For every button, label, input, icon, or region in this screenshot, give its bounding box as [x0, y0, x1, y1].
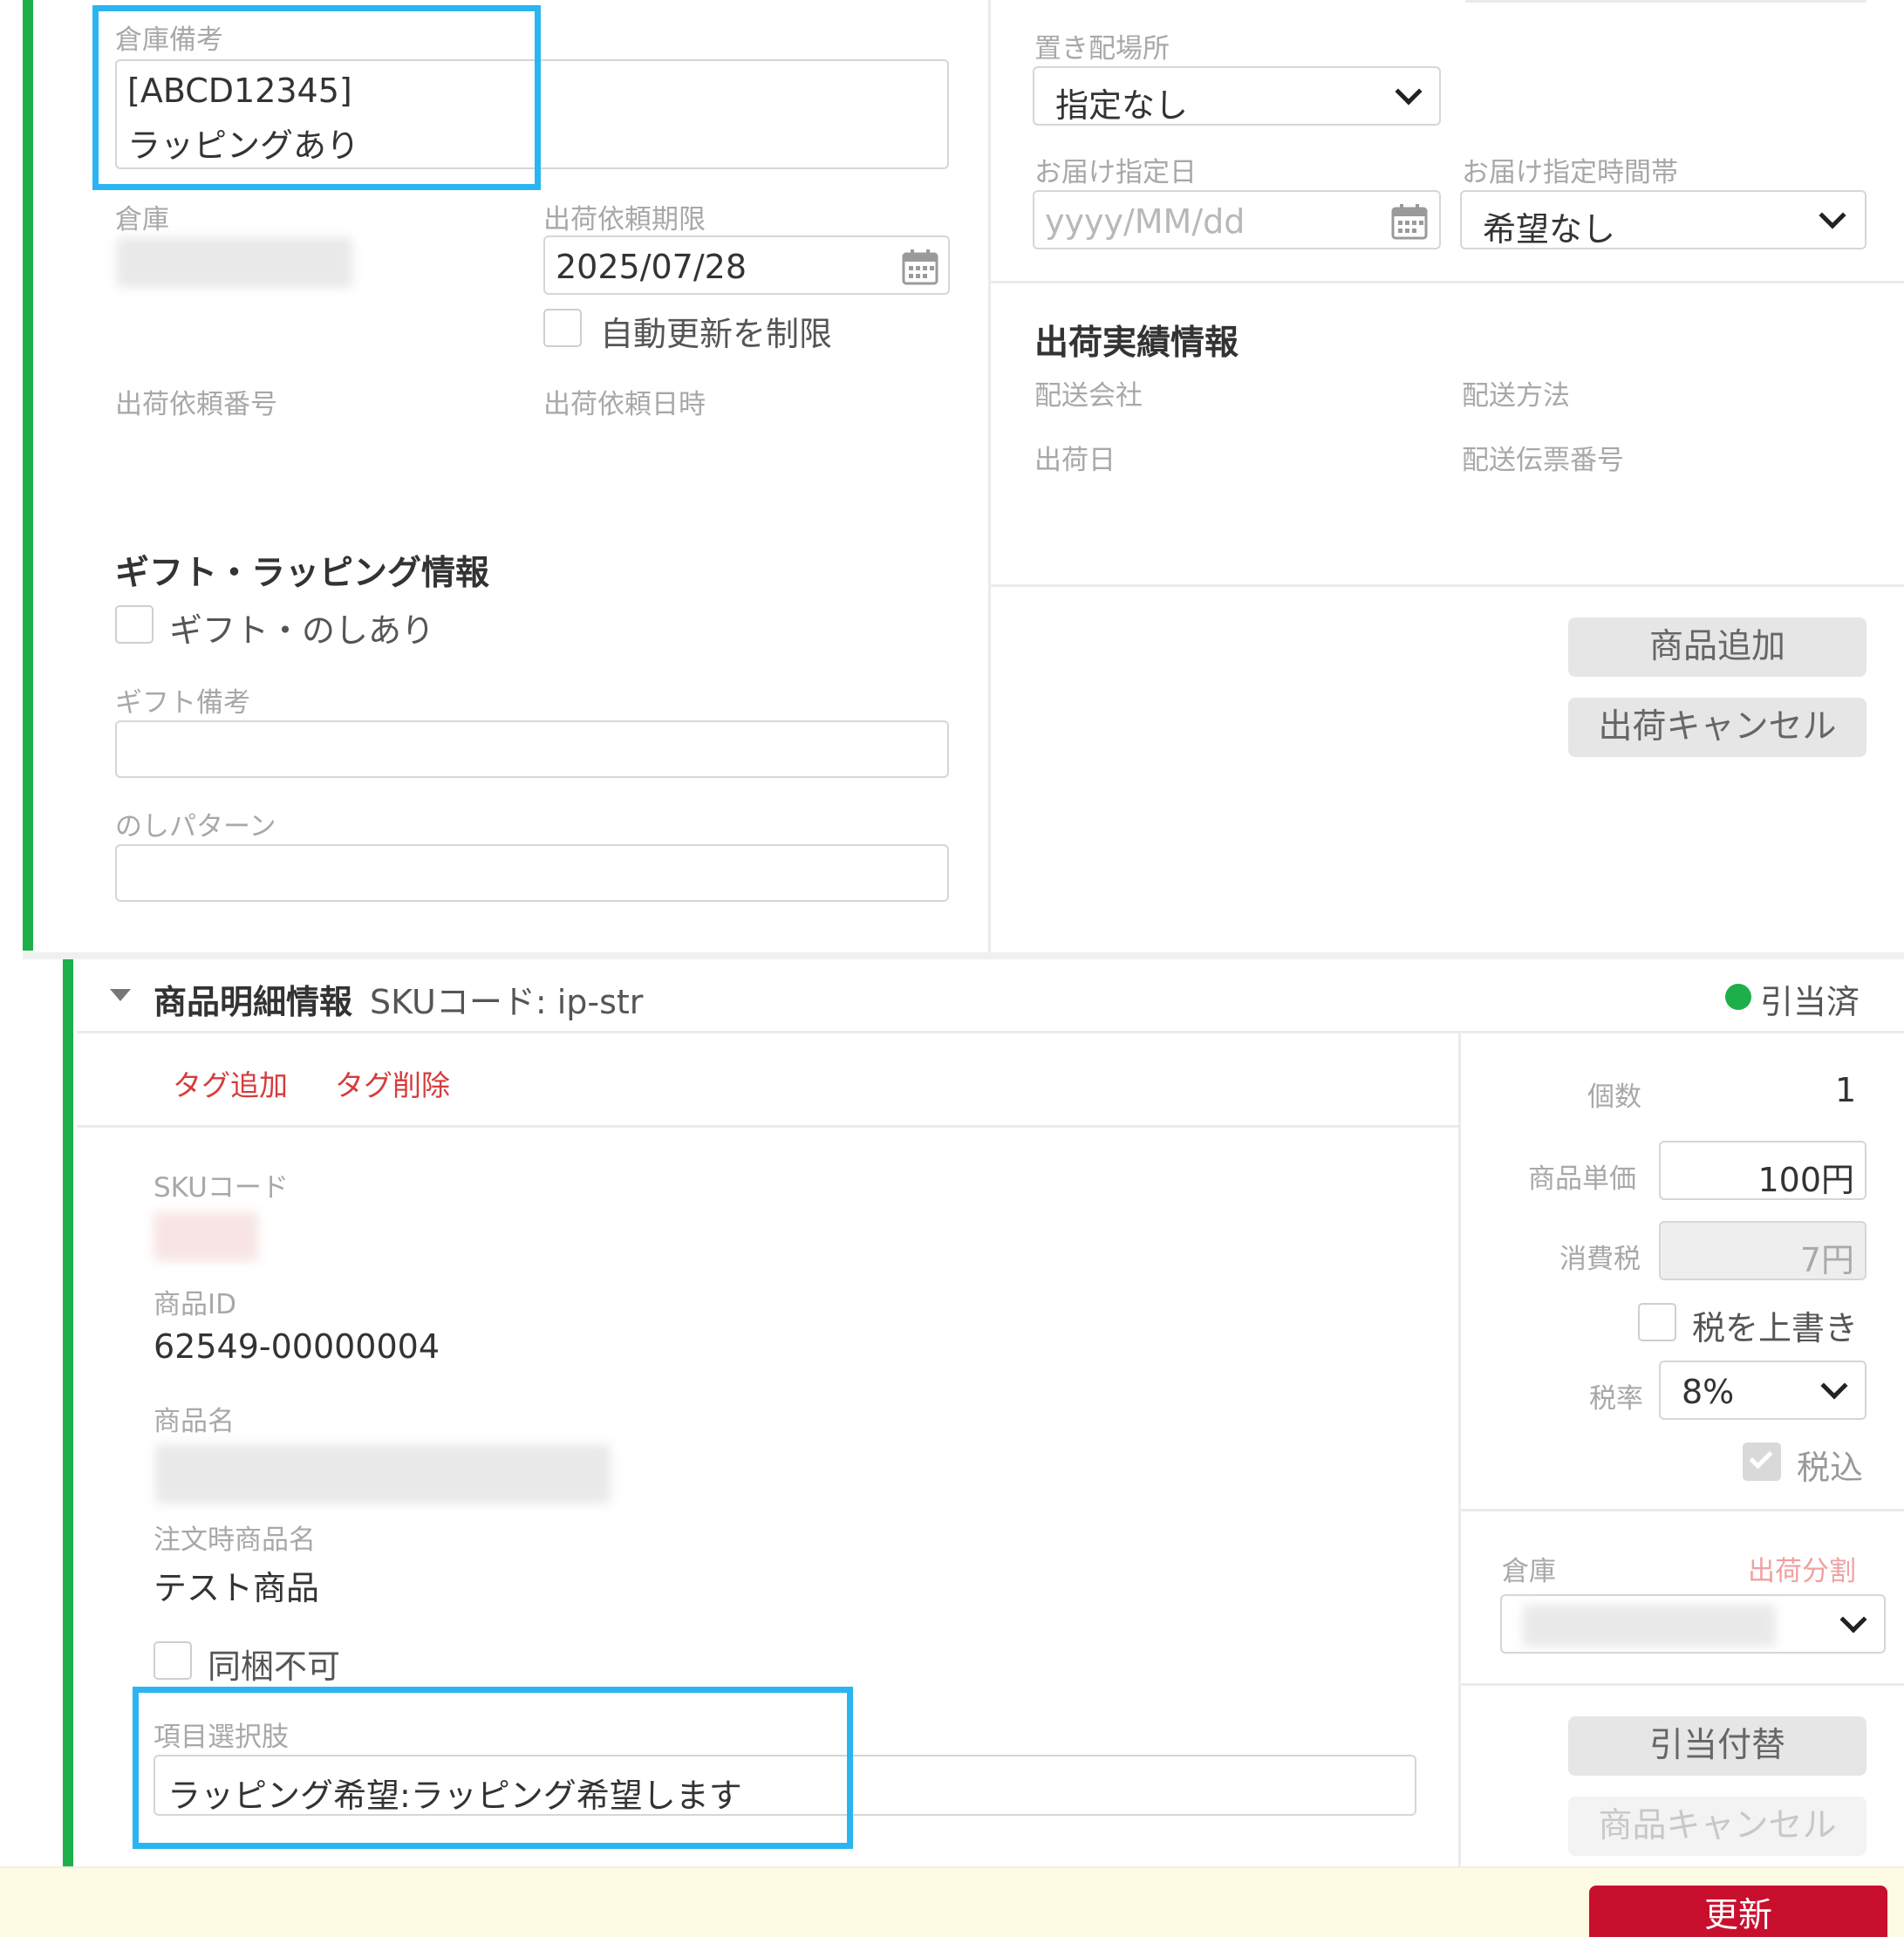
warehouse-value-redacted	[117, 237, 352, 288]
tag-divider	[77, 1125, 1458, 1128]
drop-location-select[interactable]: 指定なし	[1033, 66, 1441, 126]
unit-price-input[interactable]: 100円	[1659, 1141, 1866, 1200]
gift-note-input[interactable]	[115, 720, 949, 778]
ship-deadline-label: 出荷依頼期限	[543, 204, 706, 235]
drop-location-label: 置き配場所	[1034, 33, 1170, 65]
item-section-top-divider	[23, 952, 1904, 959]
carrier-label: 配送会社	[1034, 380, 1143, 412]
delivery-time-select[interactable]: 希望なし	[1460, 190, 1866, 249]
delivery-time-label: お届け指定時間帯	[1462, 157, 1678, 188]
restrict-auto-update-checkbox[interactable]	[543, 309, 582, 347]
tax-rate-value: 8%	[1682, 1373, 1735, 1411]
add-tag-link[interactable]: タグ追加	[173, 1062, 288, 1104]
section-accent-bar	[23, 0, 33, 951]
status-label: 引当済	[1760, 983, 1860, 1021]
tax-rate-select[interactable]: 8%	[1659, 1361, 1866, 1420]
item-warehouse-select[interactable]	[1500, 1594, 1886, 1654]
cancel-shipment-button[interactable]: 出荷キャンセル	[1568, 698, 1866, 757]
tax-input: 7円	[1659, 1221, 1866, 1280]
order-product-name-value: テスト商品	[154, 1569, 320, 1607]
no-bundle-checkbox[interactable]	[154, 1641, 192, 1680]
item-warehouse-label: 倉庫	[1502, 1556, 1556, 1587]
unit-price-label: 商品単価	[1528, 1163, 1636, 1195]
delivery-method-label: 配送方法	[1462, 380, 1570, 412]
product-id-value: 62549-00000004	[154, 1327, 440, 1366]
tax-value: 7円	[1799, 1241, 1854, 1279]
ship-deadline-value: 2025/07/28	[556, 248, 747, 286]
tax-included-checkbox	[1743, 1443, 1781, 1481]
order-detail-page: 倉庫備考 [ABCD12345] ラッピングあり 倉庫 出荷依頼期限 2025/…	[0, 0, 1904, 1937]
restrict-auto-update-label: 自動更新を制限	[600, 315, 833, 353]
ship-date-label: 出荷日	[1034, 445, 1116, 476]
panel-divider	[988, 0, 991, 952]
top-right-divider	[1465, 0, 1866, 3]
shipping-divider	[991, 281, 1904, 283]
gift-noshi-label: ギフト・のしあり	[169, 611, 435, 650]
cancel-item-button: 商品キャンセル	[1568, 1797, 1866, 1856]
sku-value-redacted	[154, 1212, 258, 1261]
tax-rate-label: 税率	[1589, 1383, 1643, 1415]
product-name-redacted	[155, 1444, 611, 1504]
drop-location-value: 指定なし	[1055, 86, 1189, 125]
item-actions-divider	[1461, 1683, 1904, 1686]
quantity-label: 個数	[1587, 1081, 1641, 1113]
ship-request-datetime-label: 出荷依頼日時	[543, 389, 706, 420]
override-tax-label: 税を上書き	[1692, 1309, 1859, 1347]
noshi-pattern-label: のしパターン	[115, 811, 276, 842]
chevron-down-icon	[1395, 78, 1423, 106]
override-tax-checkbox[interactable]	[1638, 1303, 1676, 1341]
product-id-label: 商品ID	[154, 1289, 237, 1320]
ship-deadline-input[interactable]: 2025/07/28	[543, 235, 950, 295]
collapse-caret-icon[interactable]	[110, 989, 131, 1001]
ship-request-no-label: 出荷依頼番号	[115, 389, 277, 420]
shipment-result-title: 出荷実績情報	[1034, 324, 1239, 363]
unit-price-value: 100円	[1757, 1161, 1854, 1199]
tax-included-label: 税込	[1797, 1449, 1864, 1487]
delivery-date-placeholder: yyyy/MM/dd	[1045, 202, 1245, 241]
status-dot-icon	[1725, 984, 1751, 1010]
item-header-divider	[77, 1031, 1904, 1033]
chevron-down-icon	[1819, 201, 1846, 229]
highlight-warehouse-note	[92, 5, 541, 190]
reallocate-button[interactable]: 引当付替	[1568, 1716, 1866, 1776]
gift-note-label: ギフト備考	[115, 687, 250, 719]
highlight-option	[133, 1687, 853, 1849]
warehouse-label: 倉庫	[115, 204, 169, 235]
noshi-pattern-input[interactable]	[115, 844, 949, 902]
order-product-name-label: 注文時商品名	[154, 1524, 316, 1556]
item-header-title: 商品明細情報	[154, 983, 353, 1021]
delivery-time-value: 希望なし	[1483, 210, 1616, 249]
item-right-column-divider	[1458, 1033, 1461, 1866]
actions-divider	[991, 584, 1904, 587]
tax-label: 消費税	[1559, 1244, 1641, 1275]
product-name-label: 商品名	[154, 1406, 235, 1437]
warehouse-divider	[1461, 1509, 1904, 1511]
quantity-value: 1	[1835, 1071, 1857, 1109]
calendar-icon[interactable]	[901, 248, 939, 286]
check-icon	[1749, 1445, 1773, 1470]
chevron-down-icon	[1839, 1606, 1867, 1633]
add-product-button[interactable]: 商品追加	[1568, 617, 1866, 677]
split-shipment-link[interactable]: 出荷分割	[1748, 1549, 1856, 1588]
item-accent-bar	[63, 958, 73, 1866]
item-warehouse-redacted	[1523, 1605, 1776, 1647]
item-header-sku: SKUコード: ip-str	[370, 983, 644, 1021]
chevron-down-icon	[1820, 1372, 1848, 1400]
gift-noshi-checkbox[interactable]	[115, 605, 154, 644]
update-button[interactable]: 更新	[1589, 1886, 1887, 1937]
tracking-no-label: 配送伝票番号	[1462, 445, 1624, 476]
gift-section-title: ギフト・ラッピング情報	[115, 554, 490, 593]
remove-tag-link[interactable]: タグ削除	[335, 1062, 450, 1104]
calendar-icon[interactable]	[1390, 202, 1429, 241]
no-bundle-label: 同梱不可	[208, 1647, 341, 1686]
sku-label: SKUコード	[154, 1172, 289, 1204]
delivery-date-input[interactable]: yyyy/MM/dd	[1033, 190, 1441, 249]
delivery-date-label: お届け指定日	[1034, 157, 1197, 188]
